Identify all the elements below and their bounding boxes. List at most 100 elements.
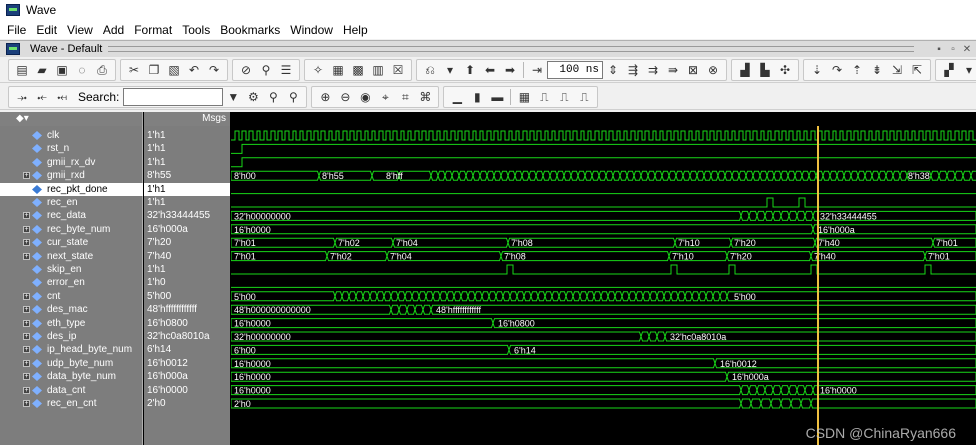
step-into-icon[interactable]: ⇲ bbox=[889, 62, 905, 78]
signal-tree-icon[interactable]: ◆▾ bbox=[16, 113, 29, 124]
new-file-icon[interactable]: ▤ bbox=[14, 62, 30, 78]
signal-row-rec-pkt-done[interactable]: rec_pkt_done bbox=[0, 182, 143, 196]
layout-menu-icon[interactable]: ▾ bbox=[961, 62, 976, 78]
dock-icon[interactable]: ▪ bbox=[934, 44, 944, 55]
library-icon[interactable]: ▥ bbox=[370, 62, 386, 78]
signal-row-clk[interactable]: clk bbox=[0, 129, 143, 142]
expand-icon[interactable]: + bbox=[23, 373, 30, 381]
open-folder-icon[interactable]: ▰ bbox=[34, 62, 50, 78]
signal-row-rec-byte-num[interactable]: + rec_byte_num bbox=[0, 223, 143, 236]
prev-edge-icon[interactable]: ⎍ bbox=[536, 89, 552, 105]
profile-icon[interactable]: ▙ bbox=[757, 62, 773, 78]
signal-row-udp-byte-num[interactable]: + udp_byte_num bbox=[0, 357, 143, 370]
step-out-icon[interactable]: ⇡ bbox=[849, 62, 865, 78]
expand-icon[interactable]: + bbox=[23, 400, 30, 407]
signal-row-error-en[interactable]: error_en bbox=[0, 276, 143, 289]
close-pane-icon[interactable]: ✕ bbox=[962, 44, 972, 55]
simulate-icon[interactable]: ▩ bbox=[350, 62, 366, 78]
expand-icon[interactable]: + bbox=[23, 292, 30, 300]
expand-icon[interactable]: + bbox=[23, 359, 30, 367]
search-input[interactable] bbox=[123, 87, 224, 106]
step-over-icon[interactable]: ↷ bbox=[829, 62, 845, 78]
expand-icon[interactable]: + bbox=[23, 306, 30, 314]
expand-icon[interactable]: + bbox=[23, 333, 30, 340]
expand-icon[interactable]: + bbox=[23, 319, 30, 327]
paste-icon[interactable]: ▧ bbox=[166, 62, 182, 78]
menu-tools[interactable]: Tools bbox=[177, 23, 215, 37]
signal-row-next-state[interactable]: + next_state bbox=[0, 250, 143, 263]
signal-row-data-cnt[interactable]: + data_cnt bbox=[0, 384, 143, 397]
break-run-icon[interactable]: ⊠ bbox=[685, 62, 701, 78]
edge-icon[interactable]: ▦ bbox=[516, 89, 532, 105]
continue-icon[interactable]: ⇉ bbox=[645, 62, 661, 78]
copy-icon[interactable]: ❐ bbox=[146, 62, 162, 78]
goto-icon[interactable]: ⤟ bbox=[54, 89, 70, 105]
run-all-icon[interactable]: ⇛ bbox=[665, 62, 681, 78]
forward-icon[interactable]: ➡ bbox=[502, 62, 518, 78]
expand-icon[interactable]: + bbox=[23, 212, 30, 220]
menu-add[interactable]: Add bbox=[98, 23, 129, 37]
compile-all-icon[interactable]: ▦ bbox=[330, 62, 346, 78]
msgs-header[interactable]: Msgs bbox=[144, 112, 230, 126]
zoom-fit-icon[interactable]: ⌘ bbox=[417, 89, 433, 105]
search-options-icon[interactable]: ⚙ bbox=[245, 89, 261, 105]
run-length-spinner-icon[interactable]: ⇕ bbox=[605, 62, 621, 78]
compile-icon[interactable]: ✧ bbox=[310, 62, 326, 78]
cursor-mode-icon[interactable]: ▁ bbox=[449, 89, 465, 105]
reload-icon[interactable]: ◌ bbox=[74, 62, 90, 78]
signal-row-rst-n[interactable]: rst_n bbox=[0, 142, 143, 155]
layout-icon[interactable]: ▞ bbox=[941, 62, 957, 78]
menu-format[interactable]: Format bbox=[129, 23, 177, 37]
format-icon[interactable]: ☰ bbox=[278, 62, 294, 78]
cut-icon[interactable]: ✂ bbox=[126, 62, 142, 78]
expand-icon[interactable]: + bbox=[23, 252, 30, 260]
back-icon[interactable]: ⬅ bbox=[482, 62, 498, 78]
menu-edit[interactable]: Edit bbox=[31, 23, 62, 37]
signal-row-rec-data[interactable]: + rec_data bbox=[0, 209, 143, 222]
search-dropdown-icon[interactable]: ▼ bbox=[225, 89, 241, 105]
expand-icon[interactable]: + bbox=[23, 225, 30, 233]
expand-icon[interactable]: + bbox=[23, 172, 30, 180]
expand-all-icon[interactable]: ⤞ bbox=[14, 89, 30, 105]
run-length-field[interactable]: 100 ns bbox=[547, 60, 603, 79]
signal-row-gmii-rxd[interactable]: + gmii_rxd bbox=[0, 169, 143, 182]
undock-icon[interactable]: ▫ bbox=[948, 44, 958, 55]
insert-cursor-icon[interactable]: ▮ bbox=[469, 89, 485, 105]
save-icon[interactable]: ▣ bbox=[54, 62, 70, 78]
menu-view[interactable]: View bbox=[62, 23, 98, 37]
signal-row-rec-en[interactable]: rec_en bbox=[0, 196, 143, 209]
next-edge-icon[interactable]: ⎍ bbox=[556, 89, 572, 105]
run-icon[interactable]: ⇶ bbox=[625, 62, 641, 78]
signal-row-des-ip[interactable]: + des_ip bbox=[0, 330, 143, 343]
expand-icon[interactable]: + bbox=[23, 239, 30, 247]
signal-row-cnt[interactable]: + cnt bbox=[0, 290, 143, 303]
zoom-full-icon[interactable]: ◉ bbox=[357, 89, 373, 105]
stop-icon[interactable]: ⊗ bbox=[705, 62, 721, 78]
signal-row-rec-en-cnt[interactable]: + rec_en_cnt bbox=[0, 397, 143, 410]
menu-file[interactable]: File bbox=[2, 23, 31, 37]
break-icon[interactable]: ⊘ bbox=[238, 62, 254, 78]
step-current-icon[interactable]: ⇟ bbox=[869, 62, 885, 78]
signal-row-skip-en[interactable]: skip_en bbox=[0, 263, 143, 276]
waveform-area[interactable]: 8'h00 8'h55 8'hff 8'h38 32'h00000000 32'h3344… bbox=[231, 126, 976, 445]
collapse-all-icon[interactable]: ⤝ bbox=[34, 89, 50, 105]
run-length-icon[interactable]: ⇥ bbox=[529, 62, 545, 78]
expand-icon[interactable]: + bbox=[23, 386, 30, 394]
signal-row-gmii-rx-dv[interactable]: gmii_rx_dv bbox=[0, 156, 143, 169]
signal-row-ip-head-byte-num[interactable]: + ip_head_byte_num bbox=[0, 343, 143, 356]
menu-help[interactable]: Help bbox=[338, 23, 373, 37]
pane-grip[interactable] bbox=[108, 46, 914, 52]
zoom-out-icon[interactable]: ⊖ bbox=[337, 89, 353, 105]
menu-window[interactable]: Window bbox=[285, 23, 338, 37]
step-icon[interactable]: ⇣ bbox=[809, 62, 825, 78]
zoom-cursor-icon[interactable]: ⌖ bbox=[377, 89, 393, 105]
search-next-icon[interactable]: ⚲ bbox=[285, 89, 301, 105]
find-icon[interactable]: ⚲ bbox=[258, 62, 274, 78]
signal-row-des-mac[interactable]: + des_mac bbox=[0, 303, 143, 316]
step-up-icon[interactable]: ⬆ bbox=[462, 62, 478, 78]
zoom-in-icon[interactable]: ⊕ bbox=[317, 89, 333, 105]
undo-icon[interactable]: ↶ bbox=[186, 62, 202, 78]
signal-row-data-byte-num[interactable]: + data_byte_num bbox=[0, 370, 143, 383]
coverage-icon[interactable]: ▟ bbox=[737, 62, 753, 78]
search-prev-icon[interactable]: ⚲ bbox=[265, 89, 281, 105]
